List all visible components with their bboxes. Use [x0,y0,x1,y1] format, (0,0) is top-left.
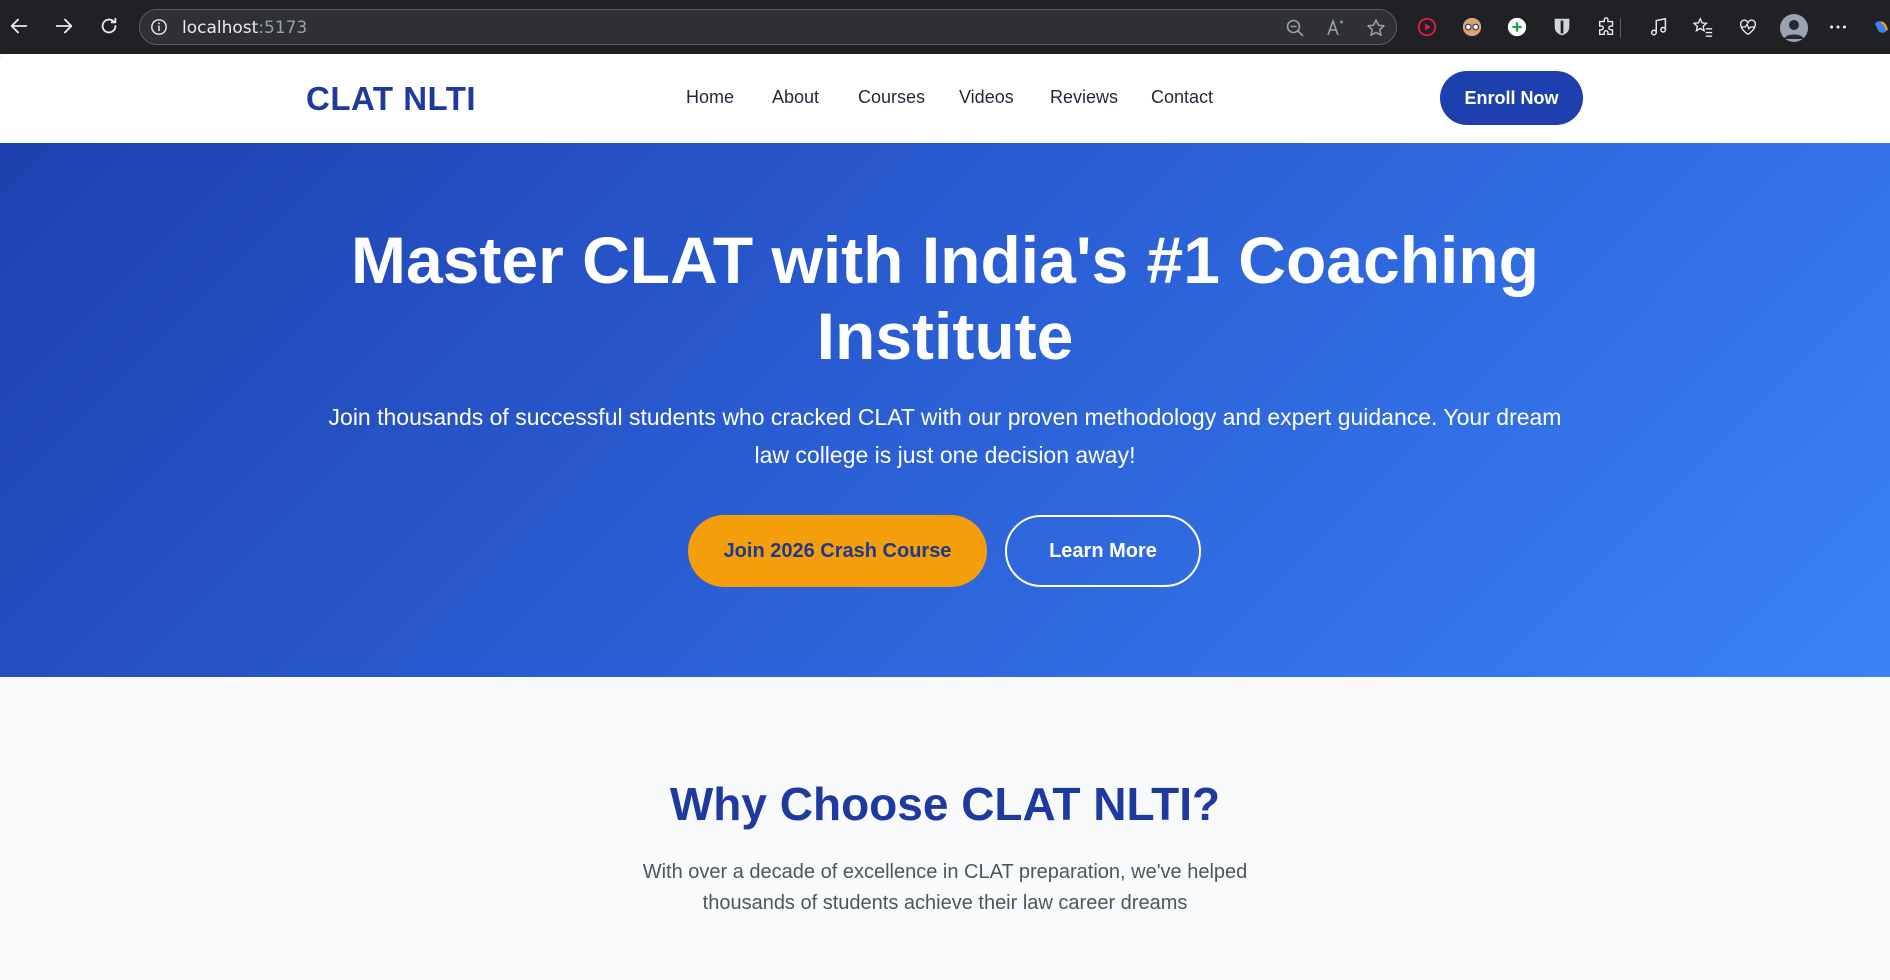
favorites-icon[interactable] [1691,15,1715,39]
copilot-icon[interactable] [1872,15,1890,39]
hero-subtitle-line-2: law college is just one decision away! [754,442,1136,468]
address-bar[interactable]: localhost:5173 [139,9,1397,45]
hero-subtitle-line-1: Join thousands of successful students wh… [328,404,1562,430]
profile-avatar[interactable] [1779,13,1809,43]
why-subtitle: With over a decade of excellence in CLAT… [620,857,1270,919]
site-header: CLAT NLTI Home About Courses Videos Revi… [0,54,1890,143]
hero-title-line-2: Institute [816,299,1074,373]
site-logo[interactable]: CLAT NLTI [306,80,476,118]
hero-section: Master CLAT with India's #1 Coaching Ins… [0,143,1890,677]
join-crash-course-button[interactable]: Join 2026 Crash Course [688,515,987,587]
site-info-icon[interactable] [150,18,168,36]
forward-icon[interactable] [49,11,79,41]
hero-title: Master CLAT with India's #1 Coaching Ins… [245,222,1645,374]
address-host: localhost [182,18,259,38]
nav-reviews[interactable]: Reviews [1050,87,1118,108]
nav-contact[interactable]: Contact [1151,87,1213,108]
nav-videos[interactable]: Videos [959,87,1014,108]
favorite-star-icon[interactable] [1366,18,1386,38]
more-menu-icon[interactable] [1826,15,1850,39]
toolbar-divider [1620,18,1621,38]
extension-shield-icon[interactable] [1550,15,1574,39]
nav-about[interactable]: About [772,87,819,108]
extension-glasses-icon[interactable] [1460,15,1484,39]
extension-plus-icon[interactable] [1505,15,1529,39]
nav-home[interactable]: Home [686,87,734,108]
media-icon[interactable] [1647,15,1671,39]
extension-red-icon[interactable] [1415,15,1439,39]
nav-courses[interactable]: Courses [858,87,925,108]
reload-icon[interactable] [94,11,124,41]
back-icon[interactable] [4,11,34,41]
address-port: :5173 [258,18,308,38]
hero-title-line-1: Master CLAT with India's #1 Coaching [351,223,1539,297]
zoom-out-icon[interactable] [1285,18,1305,38]
why-subtitle-line-1: With over a decade of excellence in CLAT… [642,861,1248,883]
browser-essentials-icon[interactable] [1736,15,1760,39]
extensions-puzzle-icon[interactable] [1595,15,1619,39]
browser-toolbar: localhost:5173 [0,0,1890,54]
enroll-now-button[interactable]: Enroll Now [1440,71,1583,125]
learn-more-button[interactable]: Learn More [1005,515,1201,587]
hero-subtitle: Join thousands of successful students wh… [300,398,1590,474]
address-url[interactable]: localhost:5173 [182,18,307,38]
why-subtitle-line-2: thousands of students achieve their law … [702,892,1188,914]
why-title: Why Choose CLAT NLTI? [669,778,1221,830]
read-aloud-icon[interactable] [1326,18,1346,38]
